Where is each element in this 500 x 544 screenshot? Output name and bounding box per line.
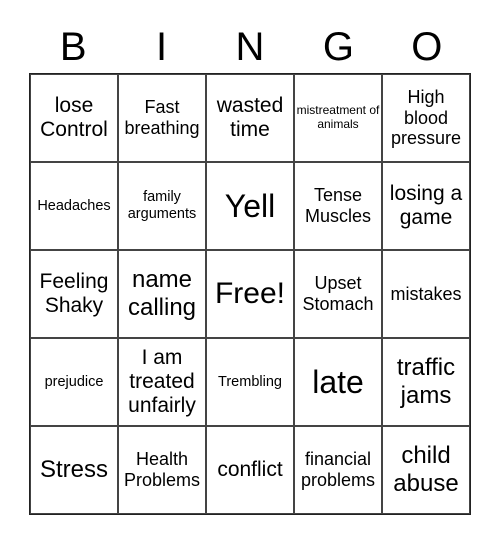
bingo-cell[interactable]: mistakes — [382, 250, 470, 338]
bingo-cell[interactable]: conflict — [206, 426, 294, 514]
bingo-header: B I N G O — [29, 22, 471, 72]
bingo-cell[interactable]: Trembling — [206, 338, 294, 426]
bingo-cell[interactable]: Yell — [206, 162, 294, 250]
header-letter-n: N — [235, 25, 265, 69]
free-space-cell[interactable]: Free! — [206, 250, 294, 338]
bingo-cell[interactable]: Feeling Shaky — [30, 250, 118, 338]
header-letter-i: I — [156, 25, 168, 69]
bingo-cell[interactable]: losing a game — [382, 162, 470, 250]
bingo-cell[interactable]: child abuse — [382, 426, 470, 514]
bingo-cell[interactable]: family arguments — [118, 162, 206, 250]
bingo-cell[interactable]: lose Control — [30, 74, 118, 162]
header-letter-o: O — [411, 25, 443, 69]
bingo-grid: lose Control Fast breathing wasted time mis… — [29, 73, 471, 515]
header-letter-g: G — [322, 25, 354, 69]
bingo-cell[interactable]: wasted time — [206, 74, 294, 162]
bingo-cell[interactable]: mistreatment of animals — [294, 74, 382, 162]
bingo-cell[interactable]: name calling — [118, 250, 206, 338]
bingo-cell[interactable]: Tense Muscles — [294, 162, 382, 250]
bingo-cell[interactable]: I am treated unfairly — [118, 338, 206, 426]
bingo-cell[interactable]: Fast breathing — [118, 74, 206, 162]
bingo-cell[interactable]: High blood pressure — [382, 74, 470, 162]
bingo-cell[interactable]: Health Problems — [118, 426, 206, 514]
header-letter-b: B — [59, 25, 87, 69]
bingo-cell[interactable]: Stress — [30, 426, 118, 514]
bingo-cell[interactable]: traffic jams — [382, 338, 470, 426]
bingo-cell[interactable]: late — [294, 338, 382, 426]
bingo-cell[interactable]: prejudice — [30, 338, 118, 426]
bingo-cell[interactable]: Upset Stomach — [294, 250, 382, 338]
bingo-cell[interactable]: Headaches — [30, 162, 118, 250]
bingo-cell[interactable]: financial problems — [294, 426, 382, 514]
